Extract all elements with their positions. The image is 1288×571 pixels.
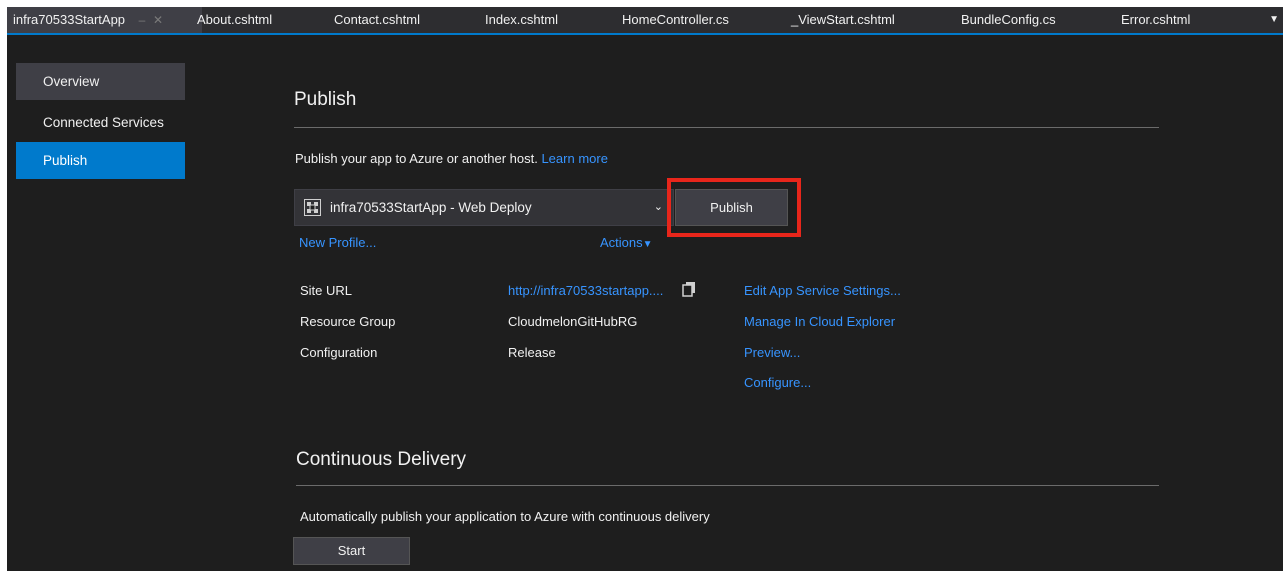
learn-more-link[interactable]: Learn more (541, 151, 607, 166)
tab-viewstart-cshtml[interactable]: _ViewStart.cshtml (791, 7, 895, 33)
close-icon[interactable]: ✕ (153, 13, 163, 27)
tab-label: Index.cshtml (485, 12, 558, 27)
sidebar-item-overview[interactable]: Overview (16, 63, 185, 100)
tab-contact-cshtml[interactable]: Contact.cshtml (334, 7, 420, 33)
site-url-label: Site URL (300, 283, 353, 298)
publish-description-text: Publish your app to Azure or another hos… (295, 151, 538, 166)
tab-homecontroller-cs[interactable]: HomeController.cs (622, 7, 729, 33)
publish-profile-value: infra70533StartApp - Web Deploy (330, 200, 532, 215)
continuous-delivery-description: Automatically publish your application t… (300, 509, 710, 524)
tab-label: Error.cshtml (1121, 12, 1191, 27)
sidebar-item-publish[interactable]: Publish (16, 142, 185, 179)
tab-error-cshtml[interactable]: Error.cshtml (1121, 7, 1190, 33)
start-button[interactable]: Start (293, 537, 410, 565)
tab-label: infra70533StartApp (13, 12, 126, 27)
edit-app-service-settings-link[interactable]: Edit App Service Settings... (744, 283, 901, 298)
document-tab-bar: infra70533StartApp ‒ ✕ About.cshtml Cont… (7, 7, 1283, 35)
copy-icon[interactable] (681, 281, 697, 297)
chevron-down-icon: ⌄ (653, 201, 663, 213)
new-profile-link[interactable]: New Profile... (299, 235, 376, 250)
pin-icon[interactable]: ‒ (139, 13, 146, 27)
sidebar-item-label: Publish (43, 153, 88, 168)
resource-group-label: Resource Group (300, 314, 396, 329)
publish-button[interactable]: Publish (675, 189, 788, 226)
continuous-delivery-heading: Continuous Delivery (296, 449, 467, 470)
tab-label: BundleConfig.cs (961, 12, 1056, 27)
configuration-label: Configuration (300, 345, 378, 360)
web-deploy-icon (304, 199, 321, 216)
continuous-delivery-divider (296, 485, 1159, 486)
configure-link[interactable]: Configure... (744, 375, 811, 390)
manage-in-cloud-explorer-link[interactable]: Manage In Cloud Explorer (744, 314, 895, 329)
publish-divider (294, 127, 1159, 128)
tab-infra70533startapp[interactable]: infra70533StartApp ‒ ✕ (7, 7, 202, 33)
actions-menu[interactable]: Actions▼ (600, 235, 653, 250)
sidebar-item-connected-services[interactable]: Connected Services (16, 104, 185, 141)
configuration-value: Release (508, 345, 556, 360)
sidebar-item-label: Overview (43, 74, 100, 89)
sidebar-item-label: Connected Services (43, 115, 164, 130)
publish-heading: Publish (294, 89, 357, 110)
site-url-link[interactable]: http://infra70533startapp.... (508, 283, 663, 298)
tab-about-cshtml[interactable]: About.cshtml (197, 7, 272, 33)
actions-label: Actions (600, 235, 643, 250)
publish-description: Publish your app to Azure or another hos… (295, 151, 608, 166)
tab-label: HomeController.cs (622, 12, 729, 27)
tab-label: Contact.cshtml (334, 12, 420, 27)
caret-down-icon: ▼ (642, 239, 653, 250)
tab-index-cshtml[interactable]: Index.cshtml (485, 7, 558, 33)
tab-bundleconfig-cs[interactable]: BundleConfig.cs (961, 7, 1056, 33)
preview-link[interactable]: Preview... (744, 345, 800, 360)
tab-overflow-dropdown-icon[interactable]: ▼ (1269, 7, 1279, 33)
tab-label: About.cshtml (197, 12, 273, 27)
resource-group-value: CloudmelonGitHubRG (508, 314, 638, 329)
publish-window: infra70533StartApp ‒ ✕ About.cshtml Cont… (7, 7, 1283, 571)
publish-profile-dropdown[interactable]: infra70533StartApp - Web Deploy ⌄ (294, 189, 674, 226)
tab-label: _ViewStart.cshtml (791, 12, 895, 27)
